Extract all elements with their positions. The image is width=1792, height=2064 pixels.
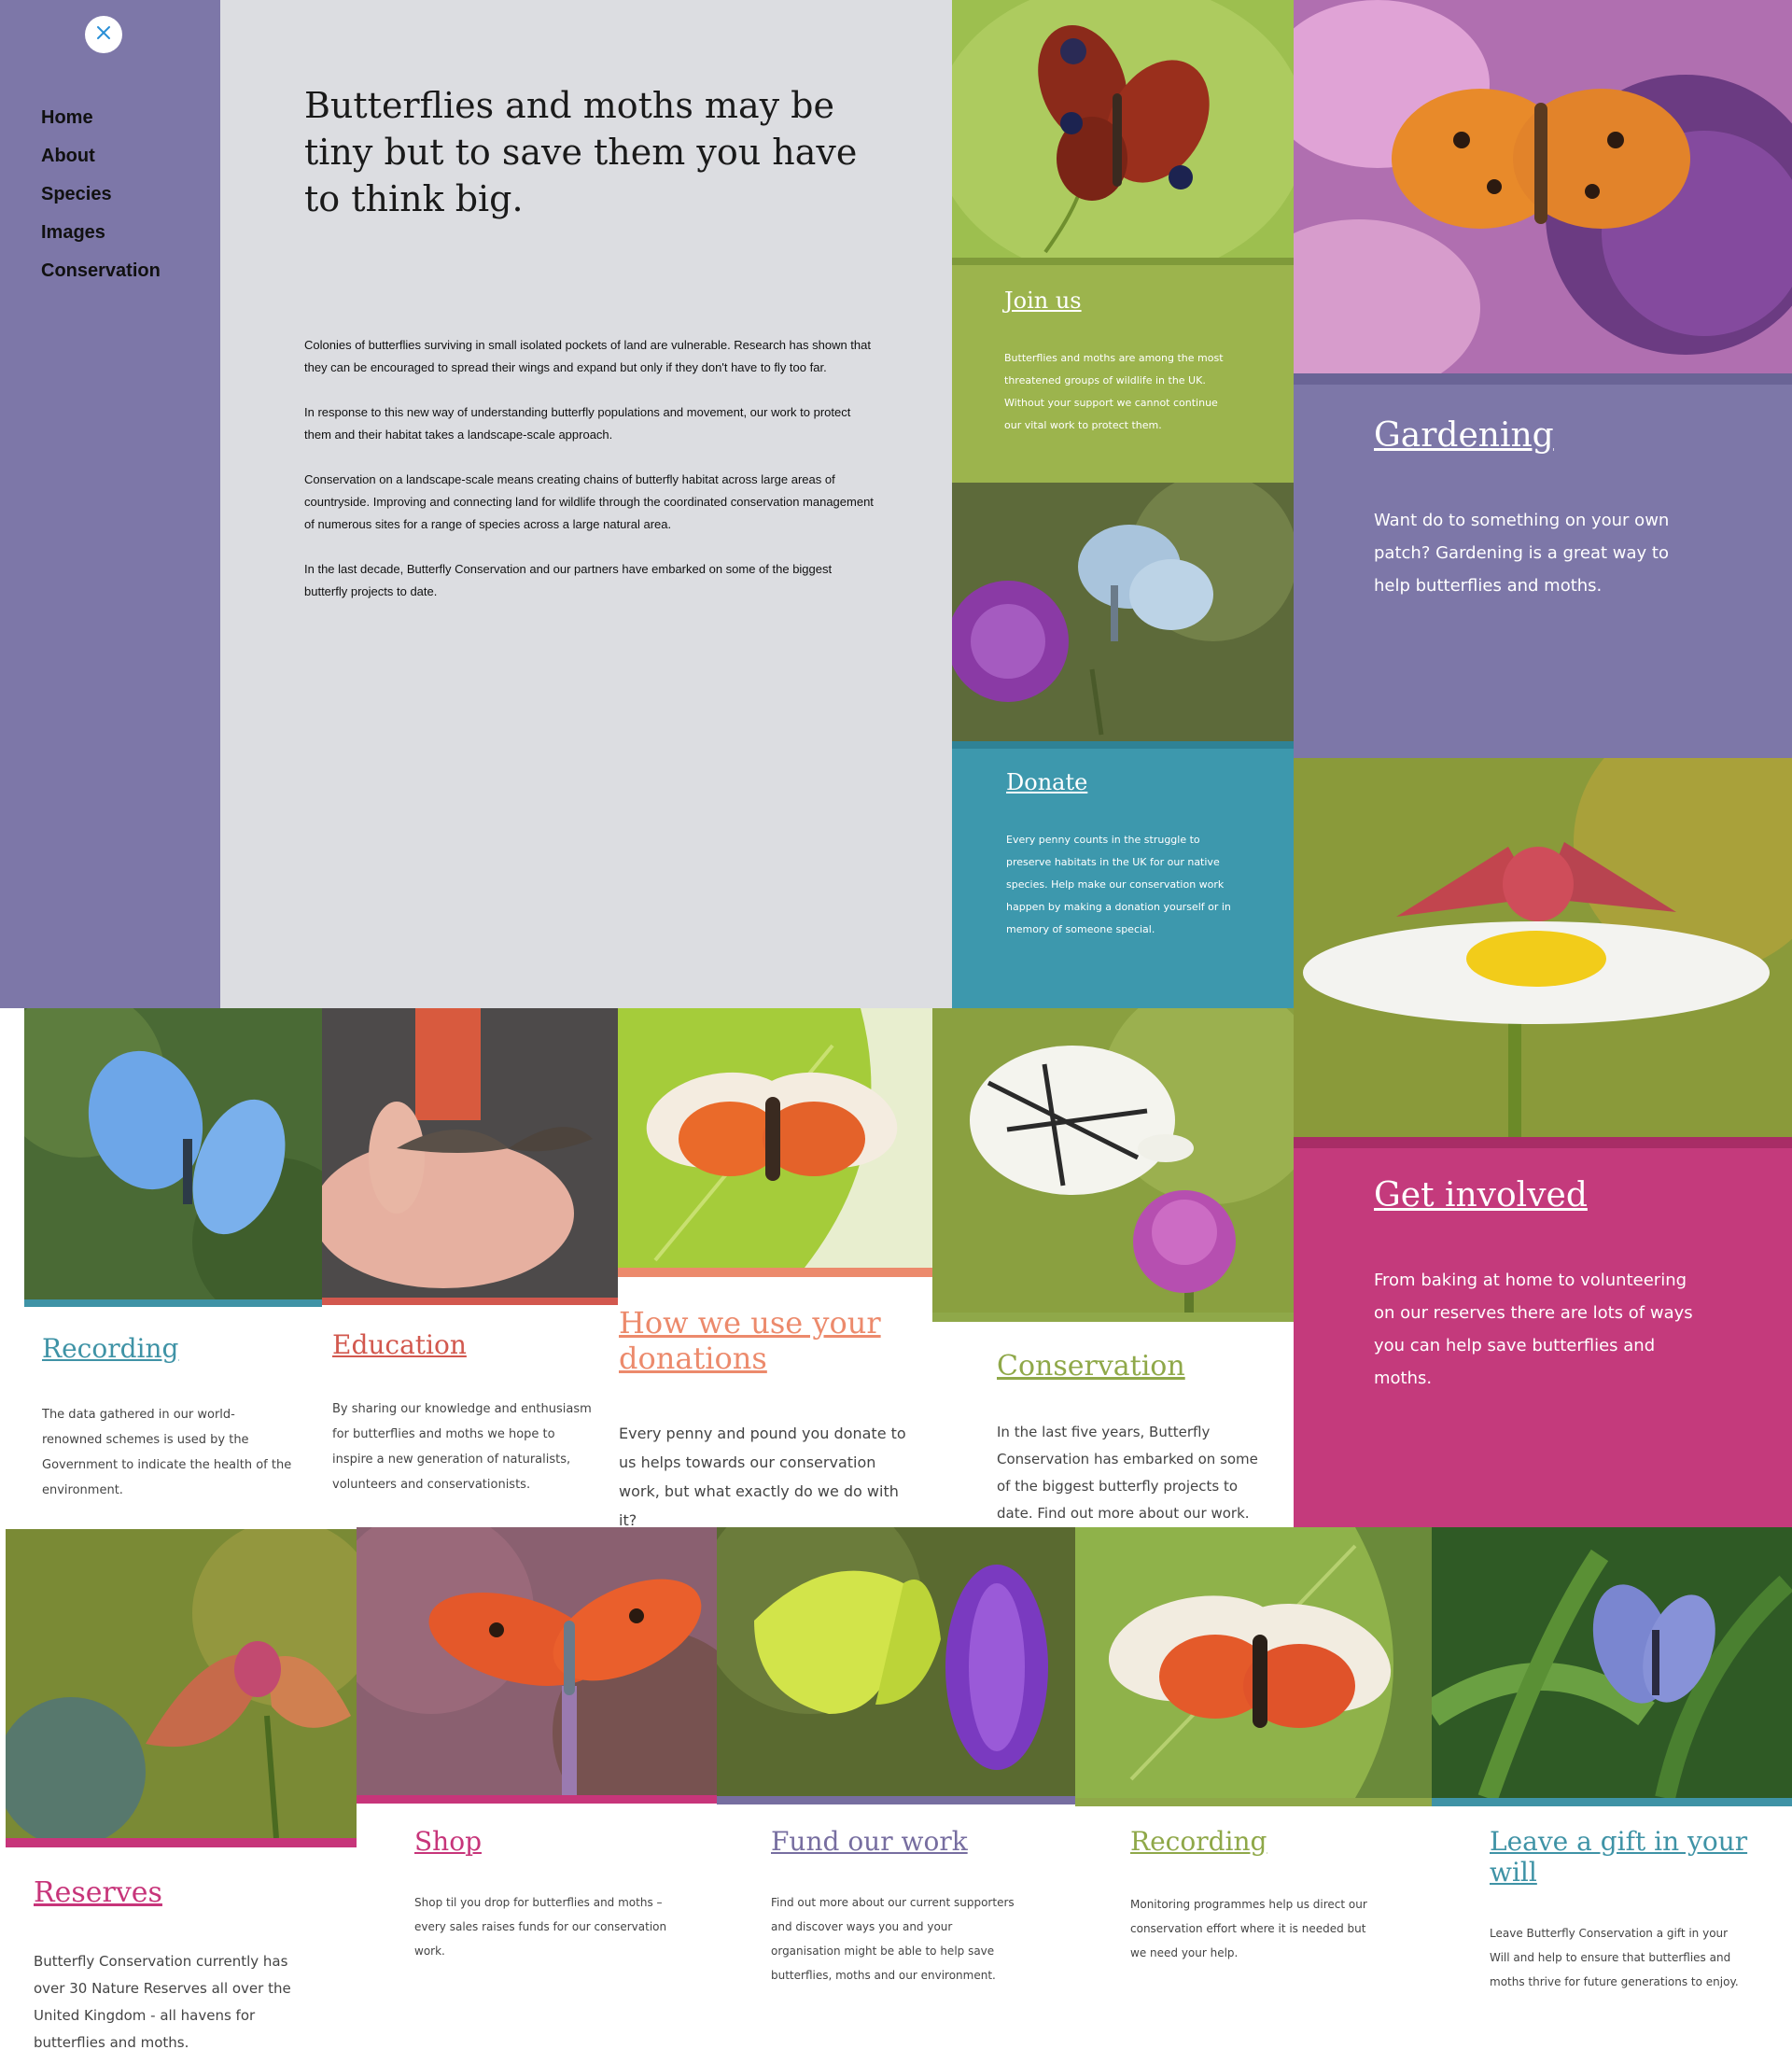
recording-two-link[interactable]: Recording — [1130, 1826, 1267, 1857]
shop-text: Shop til you drop for butterflies and mo… — [414, 1896, 667, 1958]
sidebar: Home About Species Images Conservation — [0, 0, 220, 1008]
recording-link[interactable]: Recording — [42, 1333, 178, 1364]
peacock-butterfly-image — [952, 0, 1294, 258]
recording-stripe — [24, 1299, 322, 1307]
gift-stripe — [1432, 1798, 1792, 1806]
small-elephant-hawkmoth-image — [6, 1529, 357, 1838]
join-us-link[interactable]: Join us — [1004, 288, 1082, 314]
gift-link[interactable]: Leave a gift in your will — [1490, 1826, 1760, 1888]
small-copper-image — [357, 1527, 717, 1795]
join-us-card[interactable]: Join us Butterflies and moths are among … — [952, 258, 1294, 483]
shop-link[interactable]: Shop — [414, 1826, 482, 1857]
recording-text: The data gathered in our world-renowned … — [42, 1408, 292, 1497]
gift-text: Leave Butterfly Conservation a gift in y… — [1490, 1927, 1739, 1988]
intro-paragraph: Colonies of butterflies surviving in sma… — [304, 338, 871, 374]
adonis-blue-image — [24, 1008, 322, 1299]
reserves-stripe — [6, 1838, 357, 1847]
nav-item-species[interactable]: Species — [41, 176, 161, 214]
get-involved-card[interactable]: Get involved From baking at home to volu… — [1294, 1137, 1792, 1529]
recording-two-stripe — [1075, 1798, 1432, 1806]
education-text: By sharing our knowledge and enthusiasm … — [332, 1402, 592, 1492]
reserves-text: Butterfly Conservation currently has ove… — [34, 1953, 291, 2051]
close-icon — [95, 24, 112, 45]
join-us-text: Butterflies and moths are among the most… — [1004, 352, 1224, 431]
donate-link[interactable]: Donate — [1006, 769, 1087, 795]
gardening-text: Want do to something on your own patch? … — [1374, 511, 1670, 596]
brimstone-image — [717, 1527, 1075, 1796]
conservation-link[interactable]: Conservation — [997, 1350, 1185, 1383]
donate-card[interactable]: Donate Every penny counts in the struggl… — [952, 741, 1294, 1008]
donate-text: Every penny counts in the struggle to pr… — [1006, 834, 1231, 935]
nav-item-about[interactable]: About — [41, 137, 161, 176]
conservation-stripe — [932, 1313, 1294, 1322]
intro-paragraph: In the last decade, Butterfly Conservati… — [304, 562, 833, 598]
get-involved-text: From baking at home to volunteering on o… — [1374, 1271, 1693, 1388]
shop-stripe — [357, 1795, 717, 1804]
education-stripe — [322, 1298, 618, 1305]
education-link[interactable]: Education — [332, 1329, 467, 1360]
donations-stripe — [618, 1268, 932, 1277]
intro-body: Colonies of butterflies surviving in sma… — [304, 334, 874, 625]
marbled-white-image — [932, 1008, 1294, 1313]
garden-tiger-moth-image — [618, 1008, 932, 1268]
chalkhill-blue-image — [952, 483, 1294, 741]
common-blue-image — [1432, 1527, 1792, 1798]
nav-item-images[interactable]: Images — [41, 214, 161, 252]
fund-text: Find out more about our current supporte… — [771, 1896, 1015, 1982]
donations-text: Every penny and pound you donate to us h… — [619, 1425, 906, 1529]
moth-in-hand-image — [322, 1008, 618, 1298]
fund-stripe — [717, 1796, 1075, 1804]
fund-link[interactable]: Fund our work — [771, 1826, 968, 1857]
intro-paragraph: Conservation on a landscape-scale means … — [304, 472, 874, 531]
elephant-hawkmoth-image — [1294, 758, 1792, 1137]
donations-link[interactable]: How we use your donations — [619, 1305, 917, 1376]
nav-item-conservation[interactable]: Conservation — [41, 252, 161, 290]
intro-heading: Butterflies and moths may be tiny but to… — [304, 85, 858, 219]
gardening-card[interactable]: Gardening Want do to something on your o… — [1294, 373, 1792, 758]
sidebar-nav: Home About Species Images Conservation — [41, 99, 161, 290]
comma-butterfly-image — [1294, 0, 1792, 373]
gardening-link[interactable]: Gardening — [1374, 416, 1554, 455]
reserves-link[interactable]: Reserves — [34, 1876, 162, 1909]
conservation-text: In the last five years, Butterfly Conser… — [997, 1424, 1258, 1522]
get-involved-link[interactable]: Get involved — [1374, 1176, 1588, 1215]
close-menu-button[interactable] — [85, 16, 122, 53]
garden-tiger-moth-leaf-image — [1075, 1527, 1432, 1798]
nav-item-home[interactable]: Home — [41, 99, 161, 137]
intro-paragraph: In response to this new way of understan… — [304, 405, 851, 442]
recording-two-text: Monitoring programmes help us direct our… — [1130, 1898, 1367, 1959]
intro-panel: Butterflies and moths may be tiny but to… — [220, 0, 952, 1008]
